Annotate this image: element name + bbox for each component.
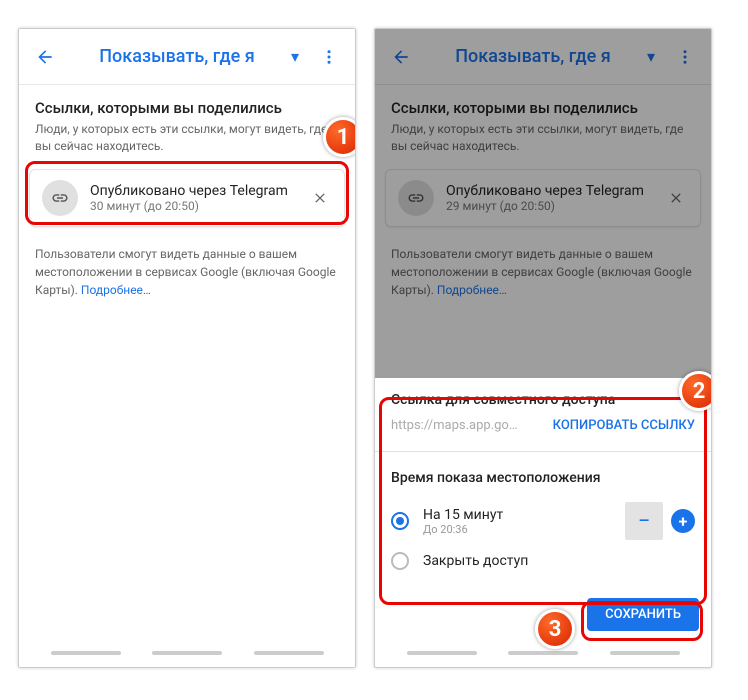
back-button[interactable] [27,39,63,75]
dropdown-arrow-icon[interactable]: ▾ [647,47,667,66]
app-header: Показывать, где я ▾ [375,29,711,85]
arrow-left-icon [391,47,411,67]
dropdown-arrow-icon[interactable]: ▾ [291,47,311,66]
duration-title: Время показа местоположения [391,470,695,486]
shared-links-title: Ссылки, которыми вы поделились [19,85,355,121]
card-title: Опубликовано через Telegram [446,183,660,199]
info-text: Пользователи смогут видеть данные о ваше… [19,231,355,313]
phone-screen-left: Показывать, где я ▾ Ссылки, которыми вы … [18,28,356,668]
shared-links-subtitle: Люди, у которых есть эти ссылки, могут в… [375,121,711,165]
app-header: Показывать, где я ▾ [19,29,355,85]
share-link-title: Ссылка для совместного доступа [391,392,695,408]
remove-link-button[interactable] [660,182,692,214]
card-subtitle: 30 минут (до 20:50) [90,199,304,213]
info-text: Пользователи смогут видеть данные о ваше… [375,231,711,313]
close-icon [312,190,328,206]
shared-links-title: Ссылки, которыми вы поделились [375,85,711,121]
page-title: Показывать, где я [455,46,610,67]
plus-icon: + [679,512,688,531]
radio-icon [391,512,409,530]
more-vertical-icon [676,48,694,66]
phone-screen-right: Показывать, где я ▾ Ссылки, которыми вы … [374,28,712,668]
option-label: На 15 минут [423,507,625,523]
shared-link-card[interactable]: Опубликовано через Telegram 30 минут (до… [29,169,345,227]
page-title: Показывать, где я [99,46,254,67]
learn-more-link[interactable]: Подробнее… [437,283,507,297]
more-vertical-icon [320,48,338,66]
option-label: Закрыть доступ [423,553,695,569]
close-icon [668,190,684,206]
link-icon [42,180,78,216]
duration-option-close[interactable]: Закрыть доступ [391,546,695,576]
learn-more-link[interactable]: Подробнее… [81,283,151,297]
shared-link-card[interactable]: Опубликовано через Telegram 29 минут (до… [385,169,701,227]
save-button[interactable]: СОХРАНИТЬ [587,598,699,631]
annotation-badge-2: 2 [679,371,712,411]
minus-icon: − [638,509,651,534]
link-icon [398,180,434,216]
arrow-left-icon [35,47,55,67]
decrease-button[interactable]: − [625,502,663,540]
annotation-badge-1: 1 [323,117,356,157]
radio-icon [391,552,409,570]
share-url: https://maps.app.go… [391,418,518,433]
option-sub: До 20:36 [423,523,625,536]
shared-links-subtitle: Люди, у которых есть эти ссылки, могут в… [19,121,355,165]
card-subtitle: 29 минут (до 20:50) [446,199,660,213]
back-button[interactable] [383,39,419,75]
divider [375,451,711,452]
increase-button[interactable]: + [671,509,695,533]
copy-link-button[interactable]: КОПИРОВАТЬ ССЫЛКУ [553,418,695,433]
annotation-badge-3: 3 [535,609,575,649]
remove-link-button[interactable] [304,182,336,214]
more-button[interactable] [667,39,703,75]
more-button[interactable] [311,39,347,75]
duration-option-15min[interactable]: На 15 минут До 20:36 − + [391,496,695,546]
android-navbar [19,643,355,663]
android-navbar [375,643,711,663]
card-title: Опубликовано через Telegram [90,183,304,199]
